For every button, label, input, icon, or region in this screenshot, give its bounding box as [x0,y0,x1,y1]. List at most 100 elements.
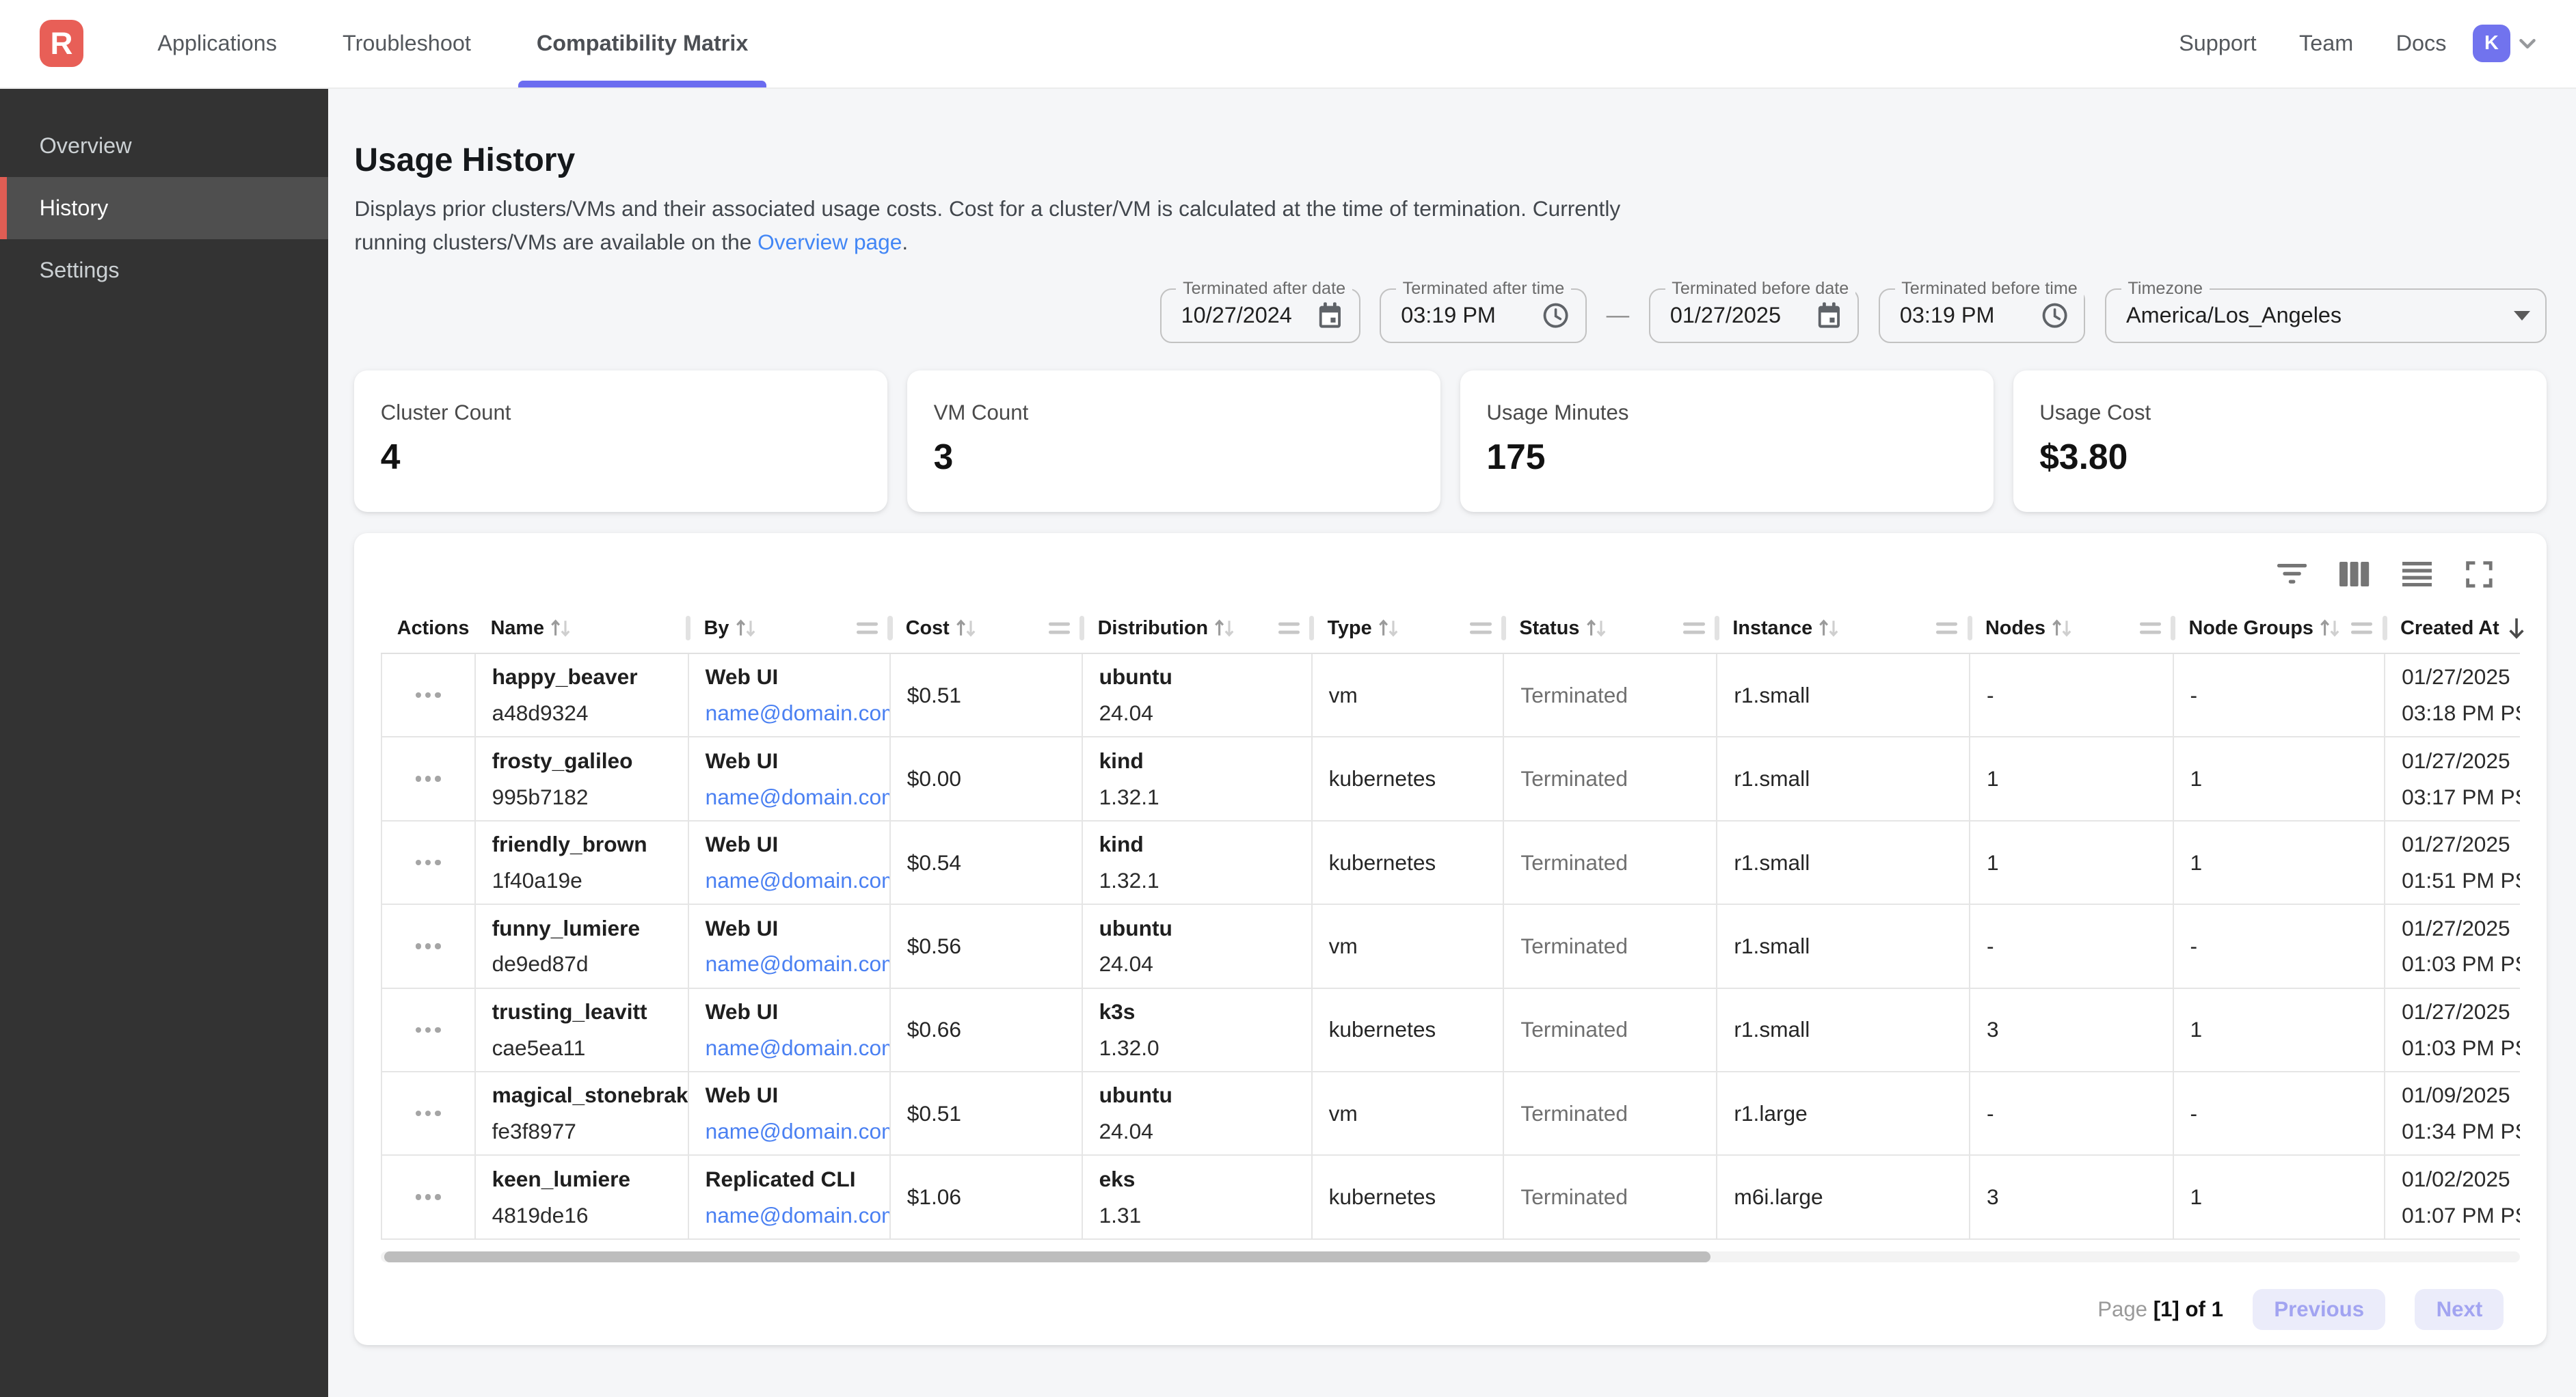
column-header-name[interactable]: Name [474,603,688,653]
nav-tab-troubleshoot[interactable]: Troubleshoot [325,0,489,87]
column-separator[interactable] [2383,616,2387,640]
sidebar-item-settings[interactable]: Settings [0,239,328,301]
actions-cell [381,1072,474,1154]
status-value: Terminated [1520,1101,1716,1126]
cost-cell: $0.56 [889,905,1082,987]
column-label: Name [491,617,544,640]
column-resize-handle[interactable] [857,623,878,634]
column-separator[interactable] [1309,616,1314,640]
column-label: By [704,617,729,640]
column-separator[interactable] [1501,616,1506,640]
field-value: 03:19 PM [1900,303,1995,328]
calendar-icon[interactable] [1802,301,1843,330]
column-resize-handle[interactable] [1470,623,1491,634]
terminated-after-time-input[interactable]: Terminated after time 03:19 PM [1380,288,1586,342]
created-by-email[interactable]: name@domain.com [706,1034,889,1062]
column-resize-handle[interactable] [1278,623,1300,634]
table-row: happy_beavera48d9324Web UIname@domain.co… [381,654,2521,737]
column-resize-handle[interactable] [1683,623,1704,634]
nav-tabs: Applications Troubleshoot Compatibility … [110,0,766,87]
replicated-logo-icon[interactable]: R [40,20,84,68]
table-header-row: Actions Name By CostDistributionTypeStatusI… [381,603,2521,654]
nav-link-team[interactable]: Team [2299,31,2353,56]
column-header-created-at[interactable]: Created At [2384,603,2520,653]
clock-icon[interactable] [2026,301,2069,330]
column-separator[interactable] [1968,616,1972,640]
column-header-distribution[interactable]: Distribution [1082,603,1311,653]
dropdown-arrow-icon[interactable] [2501,311,2530,321]
avatar[interactable]: K [2473,25,2510,62]
timezone-select[interactable]: Timezone America/Los_Angeles [2105,288,2547,342]
created-by: Web UI [706,914,889,942]
column-resize-handle[interactable] [2140,623,2161,634]
nodes-value: - [1987,934,2173,959]
column-resize-handle[interactable] [2351,623,2372,634]
density-icon[interactable] [2400,558,2433,591]
clock-icon[interactable] [1528,301,1570,330]
column-separator[interactable] [1079,616,1084,640]
terminated-before-time-input[interactable]: Terminated before time 03:19 PM [1879,288,2085,342]
nav-tab-applications[interactable]: Applications [139,0,295,87]
created-by-email[interactable]: name@domain.com [706,783,889,811]
row-actions-button[interactable] [409,853,447,872]
created-time: 01:03 PM PST [2402,950,2520,978]
terminated-after-date-input[interactable]: Terminated after date 10/27/2024 [1160,288,1360,342]
terminated-before-date-input[interactable]: Terminated before date 01/27/2025 [1649,288,1859,342]
column-resize-handle[interactable] [1049,623,1070,634]
next-button[interactable]: Next [2415,1289,2504,1330]
distribution-version: 1.32.1 [1099,867,1311,895]
table-row: friendly_brown1f40a19eWeb UIname@domain.… [381,822,2521,905]
node-groups-value: 1 [2190,1184,2385,1210]
name-cell: keen_lumiere4819de16 [474,1156,688,1238]
column-header-instance[interactable]: Instance [1716,603,1969,653]
nodes-value: 1 [1987,850,2173,876]
created-date: 01/27/2025 [2402,998,2520,1026]
column-header-type[interactable]: Type [1311,603,1503,653]
row-actions-button[interactable] [409,1104,447,1123]
stat-card-cluster-count: Cluster Count 4 [354,370,887,511]
stat-label: Usage Minutes [1486,401,1967,425]
row-actions-button[interactable] [409,686,447,705]
scrollbar-thumb[interactable] [384,1251,1710,1263]
row-actions-button[interactable] [409,770,447,789]
row-actions-button[interactable] [409,1020,447,1040]
column-label: Actions [397,617,470,640]
nav-link-support[interactable]: Support [2179,31,2256,56]
by-cell: Web UIname@domain.com [688,654,889,736]
column-separator[interactable] [686,616,690,640]
sidebar-item-history[interactable]: History [0,177,328,239]
created-by-email[interactable]: name@domain.com [706,867,889,895]
fullscreen-icon[interactable] [2463,558,2495,591]
sidebar-item-overview[interactable]: Overview [0,115,328,177]
instance-cell: r1.large [1716,1072,1969,1154]
previous-button[interactable]: Previous [2253,1289,2385,1330]
row-actions-button[interactable] [409,937,447,956]
filter-icon[interactable] [2276,558,2309,591]
horizontal-scrollbar[interactable] [381,1251,2521,1263]
column-header-by[interactable]: By [688,603,889,653]
calendar-icon[interactable] [1303,301,1344,330]
column-separator[interactable] [887,616,892,640]
overview-page-link[interactable]: Overview page [757,230,902,254]
stat-label: Usage Cost [2039,401,2520,425]
columns-icon[interactable] [2338,558,2371,591]
nav-link-docs[interactable]: Docs [2396,31,2447,56]
row-actions-button[interactable] [409,1188,447,1207]
created-by-email[interactable]: name@domain.com [706,699,889,727]
column-header-nodes[interactable]: Nodes [1969,603,2173,653]
nav-tab-compatibility-matrix[interactable]: Compatibility Matrix [518,0,766,87]
chevron-down-icon[interactable] [2515,31,2540,56]
created-by-email[interactable]: name@domain.com [706,1202,889,1230]
column-header-cost[interactable]: Cost [889,603,1082,653]
created-by-email[interactable]: name@domain.com [706,1117,889,1145]
created-by: Replicated CLI [706,1165,889,1193]
column-header-node-groups[interactable]: Node Groups [2173,603,2385,653]
stat-value: 4 [381,436,861,477]
created-time: 01:07 PM PST [2402,1202,2520,1230]
column-header-status[interactable]: Status [1503,603,1716,653]
column-resize-handle[interactable] [1936,623,1957,634]
created-by-email[interactable]: name@domain.com [706,950,889,978]
column-separator[interactable] [2171,616,2175,640]
column-separator[interactable] [1715,616,1719,640]
cost-value: $0.00 [907,766,1082,791]
